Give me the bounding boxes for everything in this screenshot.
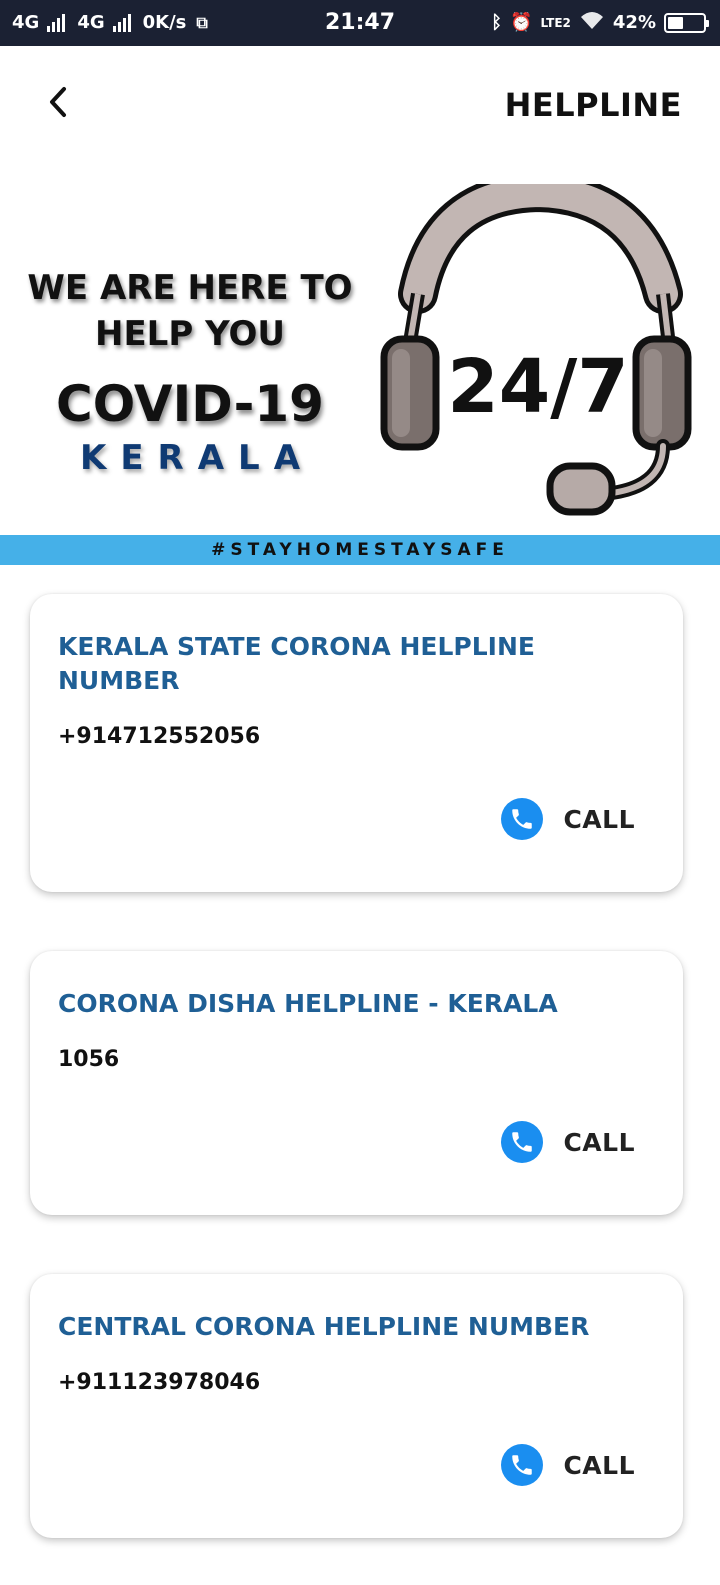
status-bar: 4G 4G 0K/s ⧉ 21:47 ᛒ ⏰ LTE2 42% bbox=[0, 0, 720, 46]
page-title: HELPLINE bbox=[504, 86, 682, 124]
helpline-title: CORONA DISHA HELPLINE - KERALA bbox=[58, 989, 558, 1018]
status-right: ᛒ ⏰ LTE2 42% bbox=[491, 10, 709, 35]
banner-headline: WE ARE HERE TO HELP YOU bbox=[20, 265, 360, 357]
volte-label: LTE2 bbox=[540, 15, 571, 30]
app-header: HELPLINE bbox=[0, 46, 720, 156]
helpline-card: CORONA DISHA HELPLINE - KERALA 1056 CALL bbox=[30, 951, 683, 1215]
region-label: KERALA bbox=[79, 438, 315, 478]
call-label: CALL bbox=[563, 804, 635, 834]
chevron-left-icon bbox=[50, 87, 66, 117]
helpline-number: +914712552056 bbox=[58, 724, 261, 749]
bluetooth-icon: ᛒ bbox=[491, 12, 503, 33]
helpline-card: KERALA STATE CORONA HELPLINE NUMBER +914… bbox=[30, 594, 683, 892]
helpline-title: CENTRAL CORONA HELPLINE NUMBER bbox=[58, 1312, 590, 1341]
battery-icon bbox=[664, 12, 709, 33]
call-button[interactable]: CALL bbox=[501, 798, 635, 840]
covid-label: COVID-19 bbox=[56, 375, 324, 433]
call-button[interactable]: CALL bbox=[501, 1444, 635, 1486]
back-button[interactable] bbox=[38, 82, 78, 122]
call-label: CALL bbox=[563, 1127, 635, 1157]
hero-banner: WE ARE HERE TO HELP YOU COVID-19 KERALA … bbox=[0, 170, 720, 530]
phone-icon bbox=[501, 798, 544, 840]
helpline-number: 1056 bbox=[58, 1047, 120, 1072]
hashtag-bar: #STAYHOMESTAYSAFE bbox=[0, 535, 720, 565]
alarm-icon: ⏰ bbox=[510, 12, 533, 33]
banner-line-1: WE ARE HERE TO bbox=[27, 268, 353, 308]
phone-icon bbox=[501, 1444, 544, 1486]
helpline-title: KERALA STATE CORONA HELPLINE NUMBER bbox=[58, 632, 535, 695]
badge-text: 24/7 bbox=[447, 344, 629, 430]
phone-icon bbox=[501, 1121, 544, 1163]
headset-icon: 24/7 bbox=[380, 184, 692, 516]
battery-percent: 42% bbox=[612, 12, 656, 33]
call-button[interactable]: CALL bbox=[501, 1121, 635, 1163]
helpline-number: +911123978046 bbox=[58, 1370, 261, 1395]
call-label: CALL bbox=[563, 1450, 635, 1480]
helpline-card: CENTRAL CORONA HELPLINE NUMBER +91112397… bbox=[30, 1274, 683, 1538]
banner-line-2: HELP YOU bbox=[94, 314, 286, 354]
wifi-icon bbox=[579, 10, 605, 35]
